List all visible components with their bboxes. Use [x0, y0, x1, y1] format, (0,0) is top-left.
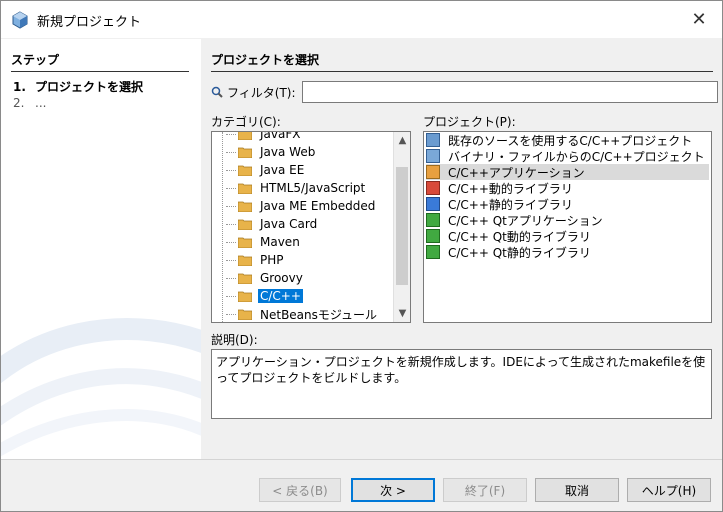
folder-icon [238, 183, 252, 194]
cpp-application-icon [426, 165, 440, 179]
scroll-down-icon[interactable]: ▼ [394, 305, 410, 322]
category-item[interactable]: HTML5/JavaScript [226, 179, 367, 197]
project-item[interactable]: C/C++静的ライブラリ [426, 196, 709, 212]
title-bar: 新規プロジェクト ✕ [1, 1, 722, 38]
qt-dynamic-library-icon [426, 229, 440, 243]
project-item[interactable]: C/C++ Qt静的ライブラリ [426, 244, 709, 260]
step-item: 2. ... [13, 96, 47, 110]
finish-button[interactable]: 終了(F) [443, 478, 527, 502]
scroll-thumb[interactable] [396, 167, 408, 285]
folder-icon [238, 165, 252, 176]
category-item[interactable]: JavaFX [226, 132, 302, 143]
category-item[interactable]: Java EE [226, 161, 306, 179]
folder-icon [238, 219, 252, 230]
category-item[interactable]: Java Card [226, 215, 319, 233]
main-panel: プロジェクトを選択 フィルタ(T): カテゴリ(C): プロジェクト(P): J… [201, 39, 722, 459]
categories-tree[interactable]: JavaFX Java Web Java EE HTML5/JavaScript… [211, 131, 411, 323]
existing-source-icon [426, 133, 440, 147]
filter-input[interactable] [301, 81, 718, 103]
window-title: 新規プロジェクト [37, 15, 142, 30]
project-item-selected[interactable]: C/C++アプリケーション [426, 164, 709, 180]
folder-icon [238, 132, 252, 140]
close-icon: ✕ [691, 8, 707, 30]
search-icon [211, 86, 223, 98]
folder-icon [238, 273, 252, 284]
step-label: プロジェクトを選択 [35, 80, 144, 94]
folder-icon [238, 237, 252, 248]
help-button[interactable]: ヘルプ(H) [627, 478, 711, 502]
binary-file-icon [426, 149, 440, 163]
project-item[interactable]: 既存のソースを使用するC/C++プロジェクト [426, 132, 709, 148]
qt-static-library-icon [426, 245, 440, 259]
projects-list[interactable]: 既存のソースを使用するC/C++プロジェクト バイナリ・ファイルからのC/C++… [423, 131, 712, 323]
new-project-dialog: 新規プロジェクト ✕ ステップ 1. プロジェクトを選択 2. ... プロジェ… [0, 0, 723, 512]
close-button[interactable]: ✕ [684, 6, 714, 32]
description-label: 説明(D): [211, 333, 258, 347]
folder-icon [238, 255, 252, 266]
project-item[interactable]: C/C++ Qt動的ライブラリ [426, 228, 709, 244]
steps-list: 1. プロジェクトを選択 2. ... [13, 79, 143, 111]
netbeans-cube-icon [12, 11, 28, 29]
qt-application-icon [426, 213, 440, 227]
filter-label: フィルタ(T): [227, 85, 296, 100]
filter-row: フィルタ(T): [211, 81, 718, 103]
section-title: プロジェクトを選択 [211, 51, 713, 72]
decorative-swoosh [1, 318, 201, 457]
project-item[interactable]: C/C++動的ライブラリ [426, 180, 709, 196]
category-item[interactable]: Maven [226, 233, 302, 251]
categories-label: カテゴリ(C): [211, 115, 281, 129]
button-bar: < 戻る(B) 次 > 終了(F) 取消 ヘルプ(H) [1, 459, 722, 511]
folder-icon [238, 201, 252, 212]
step-item: 1. プロジェクトを選択 [13, 80, 144, 94]
category-item[interactable]: Java ME Embedded [226, 197, 377, 215]
category-item[interactable]: Java Web [226, 143, 317, 161]
projects-label: プロジェクト(P): [423, 115, 516, 129]
cancel-button[interactable]: 取消 [535, 478, 619, 502]
scroll-up-icon[interactable]: ▲ [394, 132, 410, 149]
steps-panel: ステップ 1. プロジェクトを選択 2. ... [1, 39, 201, 459]
project-item[interactable]: バイナリ・ファイルからのC/C++プロジェクト [426, 148, 709, 164]
folder-icon [238, 291, 252, 302]
category-item[interactable]: PHP [226, 251, 286, 269]
folder-icon [238, 309, 252, 320]
static-library-icon [426, 197, 440, 211]
steps-header: ステップ [11, 51, 189, 72]
category-item[interactable]: NetBeansモジュール [226, 305, 379, 322]
project-item[interactable]: C/C++ Qtアプリケーション [426, 212, 709, 228]
category-item[interactable]: Groovy [226, 269, 305, 287]
next-button[interactable]: 次 > [351, 478, 435, 502]
dynamic-library-icon [426, 181, 440, 195]
step-label: ... [35, 96, 47, 110]
category-item-selected[interactable]: C/C++ [226, 287, 304, 305]
folder-icon [238, 147, 252, 158]
description-box: アプリケーション・プロジェクトを新規作成します。IDEによって生成されたmake… [211, 349, 712, 419]
categories-scrollbar[interactable]: ▲ ▼ [393, 132, 410, 322]
back-button[interactable]: < 戻る(B) [259, 478, 341, 502]
